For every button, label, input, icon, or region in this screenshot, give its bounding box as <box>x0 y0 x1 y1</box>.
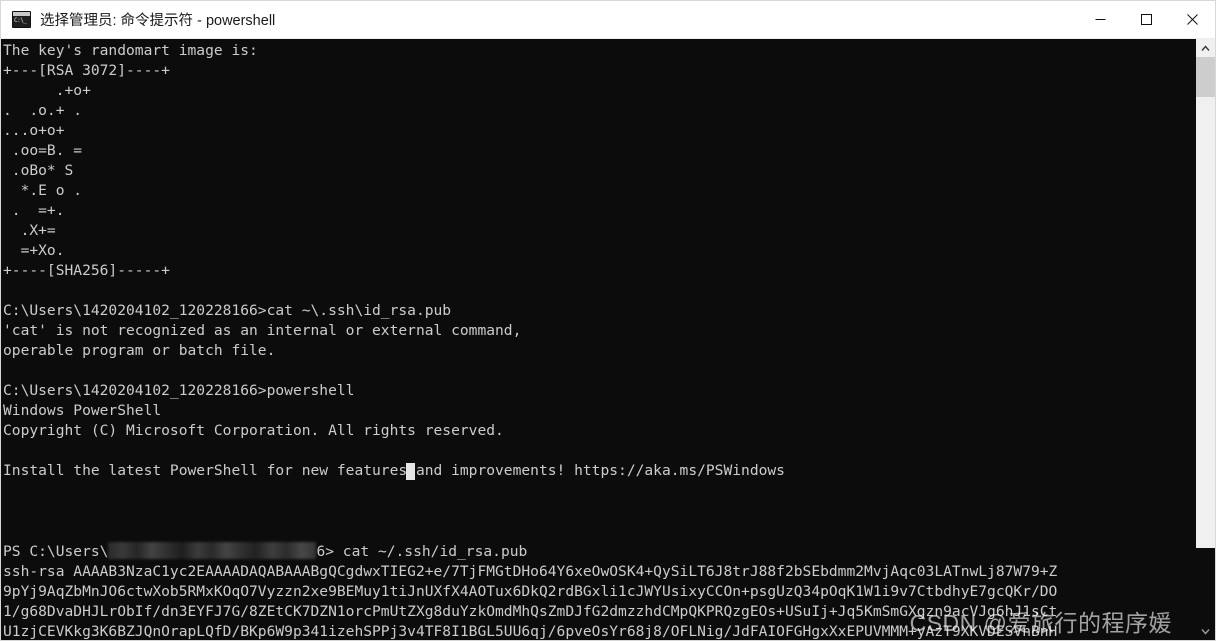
console-scrollback: The key's randomart image is: +---[RSA 3… <box>3 42 785 479</box>
maximize-icon <box>1140 14 1152 25</box>
scrollbar-track[interactable] <box>1196 57 1215 548</box>
scroll-down-button[interactable] <box>1196 622 1215 640</box>
cmd-icon <box>12 11 31 28</box>
title-bar-left: 选择管理员: 命令提示符 - powershell <box>1 9 1077 30</box>
chevron-up-icon <box>1201 44 1210 51</box>
minimize-icon <box>1095 19 1105 20</box>
terminal-window: 选择管理员: 命令提示符 - powershell <box>0 0 1216 641</box>
minimize-button[interactable] <box>1077 1 1123 38</box>
scroll-up-button[interactable] <box>1196 39 1215 57</box>
ps-prompt-prefix: PS C:\Users\ <box>3 543 109 560</box>
redacted-username <box>108 542 317 559</box>
close-button[interactable] <box>1169 1 1215 38</box>
ps-command: cat ~/.ssh/id_rsa.pub <box>342 543 528 560</box>
window-title: 选择管理员: 命令提示符 - powershell <box>40 13 276 29</box>
powershell-prompt-line: PS C:\Users\ 6> cat ~/.ssh/id_rsa.pub <box>3 542 527 562</box>
scrollbar-thumb[interactable] <box>1196 57 1215 97</box>
maximize-button[interactable] <box>1123 1 1169 38</box>
close-icon <box>1186 14 1198 25</box>
title-bar[interactable]: 选择管理员: 命令提示符 - powershell <box>1 1 1215 39</box>
vertical-scrollbar[interactable] <box>1196 39 1215 640</box>
ssh-key-output: ssh-rsa AAAAB3NzaC1yc2EAAAADAQABAAABgQCg… <box>3 562 1057 640</box>
window-controls <box>1077 1 1215 38</box>
console-output[interactable]: The key's randomart image is: +---[RSA 3… <box>1 39 1196 640</box>
ps-prompt-suffix: 6> <box>316 543 343 560</box>
chevron-down-icon <box>1201 628 1210 635</box>
terminal-body: The key's randomart image is: +---[RSA 3… <box>1 39 1215 640</box>
ssh-key-text: ssh-rsa AAAAB3NzaC1yc2EAAAADAQABAAABgQCg… <box>3 563 1058 640</box>
scrollbar-track-lower[interactable] <box>1196 548 1215 622</box>
console-text-block: The key's randomart image is: +---[RSA 3… <box>3 41 1196 481</box>
text-cursor-artifact <box>406 463 415 480</box>
